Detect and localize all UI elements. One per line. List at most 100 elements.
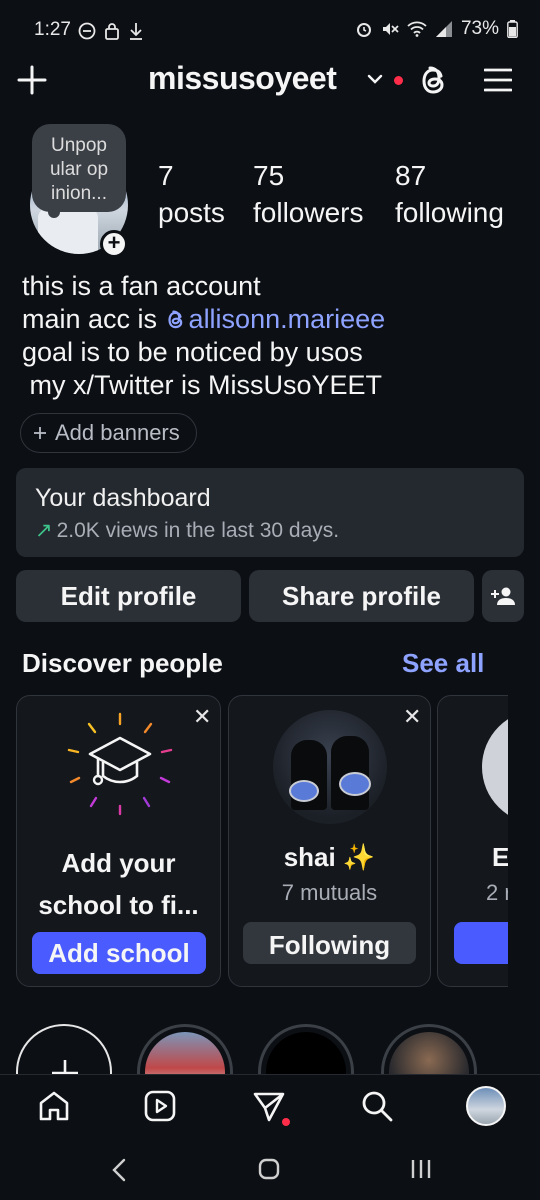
highlight-item[interactable]: [381, 1024, 477, 1075]
stat-followers-value: 75: [253, 160, 285, 191]
highlight-cover: [389, 1032, 469, 1075]
card-mutuals: 7 mutuals: [281, 880, 378, 905]
close-icon[interactable]: ✕: [403, 704, 421, 730]
bio-prefix: main acc is: [22, 304, 165, 334]
recent-apps-icon[interactable]: [410, 1158, 432, 1180]
threads-mention-icon: [167, 310, 182, 329]
note-tail: [48, 206, 60, 218]
card-username: E: [492, 842, 508, 872]
add-school-button[interactable]: Add school: [32, 932, 206, 974]
add-banners-label: Add banners: [55, 420, 180, 445]
story-highlights: [0, 1020, 540, 1075]
share-profile-button[interactable]: Share profile: [249, 570, 474, 622]
close-icon[interactable]: ✕: [193, 704, 211, 730]
card-username: shai ✨: [283, 842, 376, 872]
alarm-icon: [356, 23, 371, 37]
bio-line: this is a fan account: [22, 271, 261, 301]
add-story-plus-icon[interactable]: +: [100, 230, 128, 258]
status-time: 1:27: [34, 19, 71, 40]
highlight-cover: [145, 1032, 225, 1075]
card-mutuals: 2 r: [486, 880, 508, 905]
messages-badge-dot: [282, 1118, 290, 1126]
trend-up-icon: ↗: [35, 519, 53, 542]
bio-line: my x/Twitter is MissUsoYEET: [22, 370, 383, 400]
battery-icon: [507, 20, 518, 38]
note-line: inion...: [51, 183, 107, 204]
bio-mention-link[interactable]: allisonn.marieee: [165, 304, 386, 334]
create-plus-icon[interactable]: [16, 64, 48, 96]
graduation-cap-icon: [67, 712, 173, 816]
edit-profile-button[interactable]: Edit profile: [16, 570, 241, 622]
dnd-icon: [78, 22, 96, 40]
highlight-cover: [266, 1032, 346, 1075]
bottom-nav: [0, 1074, 540, 1140]
discover-people-title: Discover people: [22, 648, 223, 678]
dashboard-views: 2.0K views in the last 30 days.: [56, 519, 340, 542]
threads-icon[interactable]: [418, 64, 450, 98]
discover-card-user[interactable]: E 2 r F: [437, 695, 508, 987]
see-all-link[interactable]: See all: [402, 648, 484, 679]
home-nav-icon[interactable]: [258, 1158, 280, 1180]
dashboard-card[interactable]: Your dashboard ↗ 2.0K views in the last 3…: [16, 468, 524, 557]
search-icon[interactable]: [360, 1089, 394, 1123]
add-banners-button[interactable]: Add banners: [20, 413, 197, 453]
stat-posts[interactable]: 7 posts: [158, 158, 225, 232]
suggested-user-avatar[interactable]: [482, 710, 508, 824]
suggested-user-avatar[interactable]: [273, 710, 387, 824]
note-line: Unpop: [51, 135, 107, 156]
status-bar: 1:27 73%: [0, 0, 540, 60]
plus-icon: [52, 1060, 78, 1075]
bio-line: goal is to be noticed by usos: [22, 337, 363, 367]
plus-icon: [34, 427, 46, 439]
profile-username[interactable]: missusoyeet: [148, 60, 337, 97]
menu-icon[interactable]: [484, 67, 512, 93]
discover-card-school: ✕ Add your school to fi... Add school: [16, 695, 221, 987]
note-line: ular op: [49, 159, 109, 180]
reels-icon[interactable]: [143, 1089, 177, 1123]
profile-note[interactable]: Unpop ular op inion...: [32, 124, 126, 212]
card-title-line: school to fi...: [38, 890, 199, 920]
bio-line: main acc is allisonn.marieee: [22, 303, 522, 336]
share-profile-label: Share profile: [282, 580, 441, 611]
download-icon: [130, 23, 142, 40]
stat-followers-label: followers: [253, 197, 364, 228]
add-school-label: Add school: [48, 937, 190, 968]
following-label: Following: [268, 930, 391, 960]
home-icon[interactable]: [37, 1089, 71, 1123]
profile-bio: this is a fan account main acc is alliso…: [22, 270, 522, 402]
back-icon[interactable]: [110, 1158, 128, 1182]
stat-posts-label: posts: [158, 197, 225, 228]
stat-following[interactable]: 87 following: [395, 158, 504, 232]
discover-people-toggle-button[interactable]: [482, 570, 524, 622]
system-nav-bar: [0, 1140, 540, 1200]
dashboard-subtitle: ↗ 2.0K views in the last 30 days.: [35, 516, 505, 546]
stat-followers[interactable]: 75 followers: [253, 158, 363, 232]
bio-mention-text: allisonn.marieee: [188, 304, 386, 334]
edit-profile-label: Edit profile: [60, 580, 197, 611]
card-title: Add your school to fi...: [17, 842, 220, 926]
card-title-line: Add your: [61, 848, 176, 878]
discover-card-user[interactable]: ✕ shai ✨ 7 mutuals Following: [228, 695, 431, 987]
notification-dot: [394, 76, 403, 85]
following-button[interactable]: Following: [243, 922, 416, 964]
highlight-item[interactable]: [137, 1024, 233, 1075]
status-right-icons: 73%: [355, 18, 518, 40]
avatar-photo: [38, 208, 98, 254]
stat-following-label: following: [395, 197, 504, 228]
mute-icon: [382, 23, 399, 35]
signal-icon: [435, 21, 452, 37]
stat-following-value: 87: [395, 160, 427, 191]
new-highlight-button[interactable]: [16, 1024, 112, 1075]
profile-tab-avatar[interactable]: [466, 1086, 506, 1126]
wifi-icon: [407, 21, 427, 37]
status-left-icons: [78, 22, 144, 40]
battery-percent: 73%: [460, 18, 499, 39]
follow-button[interactable]: F: [454, 922, 508, 964]
highlight-item[interactable]: [258, 1024, 354, 1075]
messages-icon[interactable]: [252, 1089, 286, 1123]
lock-icon: [105, 23, 119, 40]
chevron-down-icon[interactable]: [366, 72, 384, 86]
discover-card-clip: E 2 r F: [437, 695, 508, 987]
dashboard-title: Your dashboard: [35, 484, 211, 512]
stat-posts-value: 7: [158, 160, 174, 191]
